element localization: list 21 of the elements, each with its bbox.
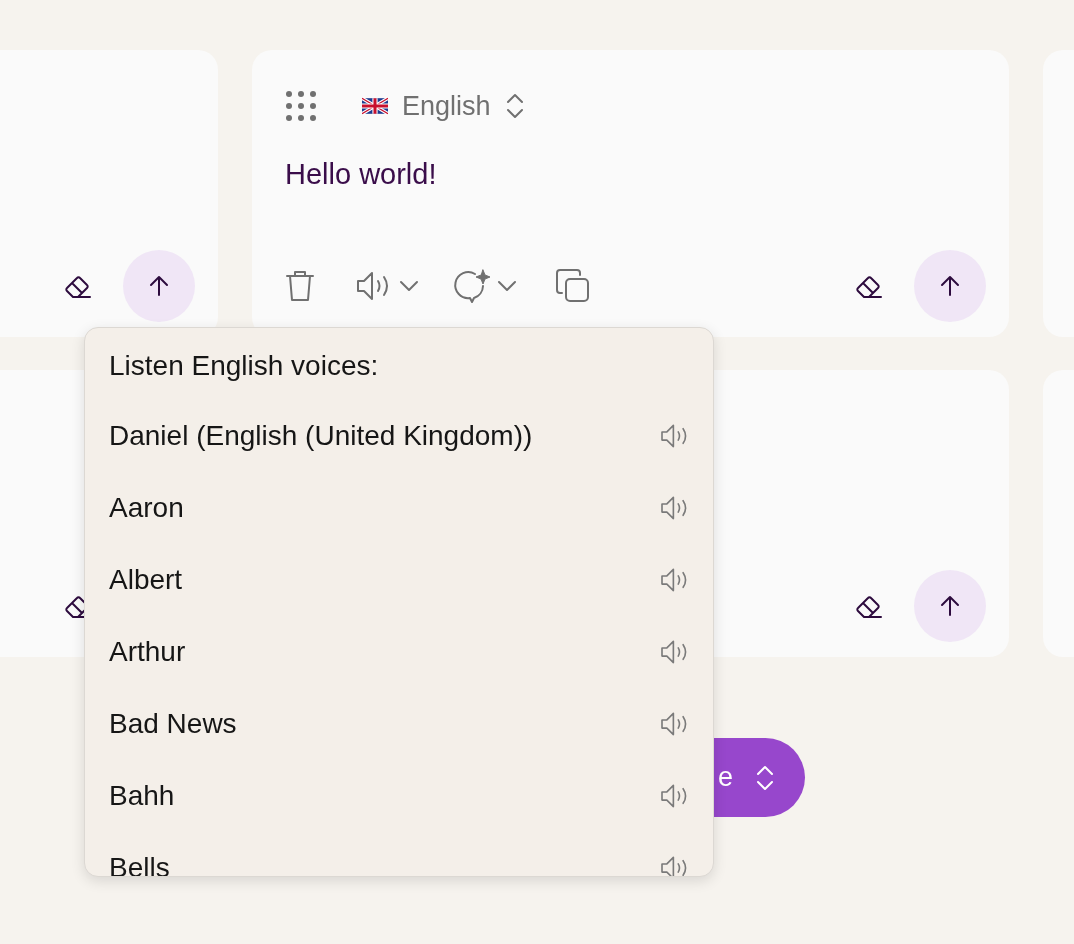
trash-icon[interactable] xyxy=(285,269,315,303)
grip-icon[interactable] xyxy=(285,90,317,122)
voice-item[interactable]: Arthur xyxy=(85,616,713,688)
speaker-menu-button[interactable] xyxy=(355,270,419,302)
voice-item[interactable]: Albert xyxy=(85,544,713,616)
uk-flag-icon xyxy=(362,97,388,115)
chevron-down-icon xyxy=(399,280,419,292)
translated-text: Hello world! xyxy=(285,158,438,192)
voice-item[interactable]: Aaron xyxy=(85,472,713,544)
language-selector[interactable]: English xyxy=(354,86,533,126)
chat-sparkle-icon xyxy=(453,268,491,304)
chevron-down-icon xyxy=(497,280,517,292)
eraser-icon[interactable] xyxy=(63,273,93,299)
eraser-icon[interactable] xyxy=(854,593,884,619)
voice-item[interactable]: Daniel (English (United Kingdom)) xyxy=(85,400,713,472)
eraser-icon[interactable] xyxy=(854,273,884,299)
ai-chat-menu-button[interactable] xyxy=(453,268,517,304)
chevron-updown-icon xyxy=(755,763,776,792)
menu-title: Listen English voices: xyxy=(108,349,380,383)
copy-icon[interactable] xyxy=(555,268,591,304)
chevron-updown-icon xyxy=(504,92,525,120)
